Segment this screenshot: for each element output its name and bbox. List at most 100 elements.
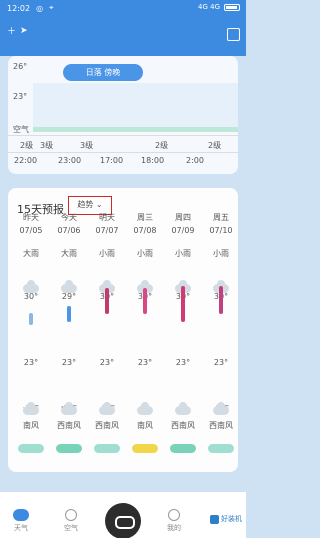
day-weather: 小雨 <box>175 249 191 258</box>
day-label: 明天 <box>99 213 115 222</box>
cloud-icon <box>99 402 115 415</box>
low-temp: 23° <box>99 358 115 367</box>
hourly-wind: 2级 <box>208 141 222 150</box>
day-column[interactable]: 周五07/10小雨30°23°小雨西南风 <box>202 213 238 470</box>
hourly-wind: 2级 <box>155 141 169 150</box>
cloud-icon <box>23 280 39 293</box>
day-weather: 小雨 <box>137 249 153 258</box>
wind-dir: 西南风 <box>95 421 119 430</box>
date-label: 07/07 <box>95 226 119 235</box>
high-temp: 30° <box>23 292 39 301</box>
temp-range-bar <box>67 306 71 322</box>
aqi-pill <box>208 444 234 453</box>
hourly-temp-low: 23° <box>13 92 28 101</box>
profile-icon <box>168 509 180 521</box>
day-column[interactable]: 昨天07/05大雨30°23°大雨南风 <box>12 213 50 470</box>
date-label: 07/08 <box>133 226 157 235</box>
cloud-icon <box>23 402 39 415</box>
nav-profile[interactable]: 我的 <box>163 509 185 533</box>
battery-icon <box>224 3 240 11</box>
wind-dir: 南风 <box>23 421 39 430</box>
status-time: 12:02 <box>7 3 31 13</box>
location-bar[interactable]: ＋ ➤ <box>7 24 28 38</box>
nav-profile-label: 我的 <box>167 524 181 532</box>
status-bar: 12:02 ◎ ⌖ <box>7 3 54 13</box>
day-weather: 小雨 <box>99 249 115 258</box>
cloud-icon <box>175 402 191 415</box>
center-weather-button[interactable] <box>105 503 141 538</box>
air-icon <box>65 509 77 521</box>
day-label: 周五 <box>213 213 229 222</box>
date-label: 07/10 <box>209 226 233 235</box>
cloud-icon <box>61 402 77 415</box>
temp-range-bar <box>181 286 185 322</box>
hourly-wind: 3级 <box>80 141 94 150</box>
hourly-time: 17:00 <box>100 156 124 165</box>
location-arrow-icon: ➤ <box>20 25 28 36</box>
date-label: 07/06 <box>57 226 81 235</box>
cloud-icon <box>61 280 77 293</box>
nav-air-label: 空气 <box>64 524 78 532</box>
watermark-logo-icon <box>210 514 219 524</box>
day-column[interactable]: 周四07/09小雨30°23°阴西南风 <box>164 213 202 470</box>
wind-dir: 西南风 <box>57 421 81 430</box>
aqi-pill <box>170 444 196 453</box>
low-temp: 23° <box>175 358 191 367</box>
day-label: 周三 <box>137 213 153 222</box>
hourly-temp-high: 26° <box>13 62 28 71</box>
signal-label: 4G 4G <box>198 3 220 11</box>
hourly-time: 22:00 <box>14 156 38 165</box>
share-icon[interactable] <box>227 28 240 41</box>
date-label: 07/09 <box>171 226 195 235</box>
hourly-chart-band <box>33 83 238 127</box>
wind-dir: 西南风 <box>209 421 233 430</box>
hourly-rain-band <box>33 127 238 132</box>
wind-dir: 南风 <box>137 421 153 430</box>
hourly-forecast-card: 日落 傍晚 26° 23° 空气 2级 3级 3级 2级 2级 22:00 23… <box>8 56 238 174</box>
high-temp: 29° <box>61 292 77 301</box>
temp-range-bar <box>105 288 109 314</box>
notification-icon: ◎ <box>36 3 44 13</box>
aqi-pill <box>132 444 158 453</box>
hourly-wind: 2级 <box>20 141 34 150</box>
divider <box>8 135 238 136</box>
aqi-pill <box>56 444 82 453</box>
low-temp: 23° <box>137 358 153 367</box>
day-label: 今天 <box>61 213 77 222</box>
cloud-icon <box>137 402 153 415</box>
wind-dir: 西南风 <box>171 421 195 430</box>
cloud-icon <box>213 402 229 415</box>
day-weather: 大雨 <box>23 249 39 258</box>
plus-icon[interactable]: ＋ <box>7 24 16 37</box>
watermark-text: 好装机 <box>221 515 242 523</box>
top-bar: 12:02 ◎ ⌖ 4G 4G ＋ ➤ <box>0 0 246 56</box>
day-column[interactable]: 周三07/08小雨30°23°阴南风 <box>126 213 164 470</box>
hourly-time: 23:00 <box>58 156 82 165</box>
temp-range-bar <box>219 286 223 314</box>
low-temp: 23° <box>213 358 229 367</box>
aqi-pill <box>18 444 44 453</box>
day-label: 昨天 <box>23 213 39 222</box>
day-label: 周四 <box>175 213 191 222</box>
hourly-info-pill[interactable]: 日落 傍晚 <box>63 64 143 81</box>
hourly-time: 18:00 <box>141 156 165 165</box>
nav-air[interactable]: 空气 <box>60 509 82 533</box>
trend-label: 趋势 <box>77 200 94 209</box>
day-weather: 大雨 <box>61 249 77 258</box>
temp-range-bar <box>29 313 33 325</box>
low-temp: 23° <box>61 358 77 367</box>
daily-forecast-card: 15天预报 趋势 ⌄ 昨天07/05大雨30°23°大雨南风今天07/06大雨2… <box>8 188 238 472</box>
hourly-time: 2:00 <box>186 156 204 165</box>
hourly-rain-label: 空气 <box>13 125 29 134</box>
nav-weather[interactable]: 天气 <box>10 509 32 533</box>
date-label: 07/05 <box>19 226 43 235</box>
watermark: 好装机 <box>210 514 242 524</box>
divider <box>8 152 238 153</box>
nav-weather-label: 天气 <box>14 524 28 532</box>
cloud-icon <box>13 509 29 521</box>
day-column[interactable]: 明天07/07小雨30°23°小雨西南风 <box>88 213 126 470</box>
aqi-pill <box>94 444 120 453</box>
hourly-wind: 3级 <box>40 141 54 150</box>
day-column[interactable]: 今天07/06大雨29°23°中雨西南风 <box>50 213 88 470</box>
temp-range-bar <box>143 288 147 314</box>
